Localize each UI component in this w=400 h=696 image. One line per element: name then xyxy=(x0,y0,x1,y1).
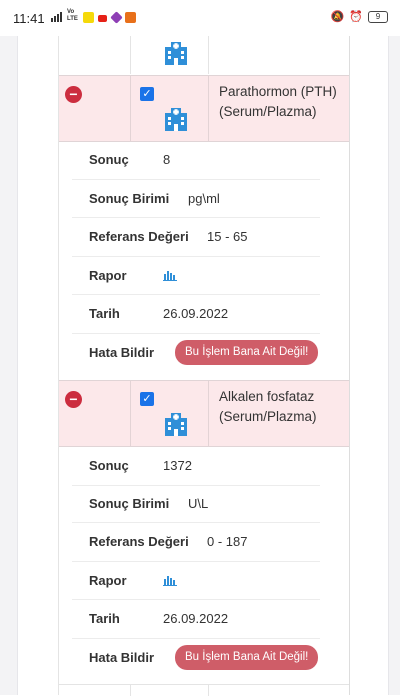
reference-label: Referans Değeri xyxy=(89,229,189,244)
test-name: Parathormon (PTH) (Serum/Plazma) xyxy=(219,82,337,122)
date-label: Tarih xyxy=(89,611,120,626)
result-label: Sonuç xyxy=(89,152,129,167)
page-gutter-right xyxy=(389,0,400,695)
alarm-icon: ⏰ xyxy=(349,11,363,23)
result-value: 1372 xyxy=(163,458,192,473)
battery-icon: 9 xyxy=(368,10,388,23)
not-my-record-button[interactable]: Bu İşlem Bana Ait Değil! xyxy=(175,645,319,670)
signal-icon xyxy=(51,12,62,22)
mute-icon: 🔕 xyxy=(330,11,345,23)
date-value: 26.09.2022 xyxy=(163,611,229,626)
test-name-line: Alkalen fosfataz xyxy=(219,389,315,404)
divider xyxy=(72,256,320,257)
select-test-checkbox[interactable]: ✓ xyxy=(140,392,154,406)
page-gutter-left xyxy=(0,0,17,695)
app-notification-icon xyxy=(110,11,123,24)
divider xyxy=(72,485,320,486)
card-border-right xyxy=(388,0,389,695)
report-error-label: Hata Bildir xyxy=(89,650,155,665)
bar-chart-icon[interactable] xyxy=(163,269,177,281)
hospital-icon xyxy=(165,42,187,65)
hospital-icon xyxy=(165,108,187,131)
table-border-right xyxy=(349,0,350,695)
report-label: Rapor xyxy=(89,573,127,588)
card-border-left xyxy=(17,0,18,695)
divider xyxy=(72,561,320,562)
reference-value: 0 - 187 xyxy=(207,534,248,549)
divider xyxy=(72,522,320,523)
app-notification-icon-2 xyxy=(125,12,136,23)
unit-value: U\L xyxy=(188,496,209,511)
reference-value: 15 - 65 xyxy=(207,229,248,244)
divider xyxy=(72,294,320,295)
hospital-icon xyxy=(165,413,187,436)
divider xyxy=(72,599,320,600)
date-label: Tarih xyxy=(89,306,120,321)
status-bar: 11:41 Vo LTE 🔕 ⏰ 9 xyxy=(0,0,400,36)
select-test-checkbox[interactable]: ✓ xyxy=(140,87,154,101)
status-time: 11:41 xyxy=(13,11,45,26)
youtube-notification-icon xyxy=(98,15,107,22)
test-name: Alkalen fosfataz (Serum/Plazma) xyxy=(219,387,317,427)
test-name-line: (Serum/Plazma) xyxy=(219,104,317,119)
result-value: 8 xyxy=(163,152,171,167)
bar-chart-icon[interactable] xyxy=(163,574,177,586)
snapchat-notification-icon xyxy=(83,12,94,23)
not-my-record-button[interactable]: Bu İşlem Bana Ait Değil! xyxy=(175,340,319,365)
divider xyxy=(72,179,320,180)
divider xyxy=(72,217,320,218)
next-test-row xyxy=(59,684,349,696)
unit-label: Sonuç Birimi xyxy=(89,191,170,206)
unit-label: Sonuç Birimi xyxy=(89,496,170,511)
result-label: Sonuç xyxy=(89,458,129,473)
test-name-line: Parathormon (PTH) xyxy=(219,84,337,99)
date-value: 26.09.2022 xyxy=(163,306,229,321)
divider xyxy=(72,333,320,334)
reference-label: Referans Değeri xyxy=(89,534,189,549)
unit-value: pg\ml xyxy=(188,191,220,206)
test-name-line: (Serum/Plazma) xyxy=(219,409,317,424)
remove-test-button[interactable]: − xyxy=(65,86,82,103)
remove-test-button[interactable]: − xyxy=(65,391,82,408)
report-error-label: Hata Bildir xyxy=(89,345,155,360)
divider xyxy=(72,638,320,639)
report-label: Rapor xyxy=(89,268,127,283)
volte-indicator: Vo LTE xyxy=(67,9,78,22)
